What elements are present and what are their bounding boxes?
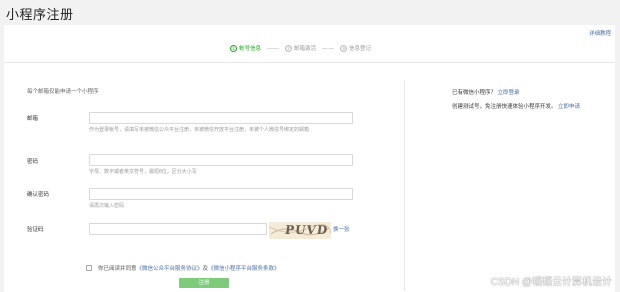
registration-card: 详细教程 ① 帐号信息 ② 邮箱激活 ③ 信息登记 每个邮箱仅能申请一个小程序 …	[4, 25, 615, 292]
email-hint: 作为登录帐号，请填写未被微信公众平台注册，未被微信开放平台注册，未被个人微信号绑…	[89, 127, 310, 133]
test-account-description: 创建测试号，免注册快速体验小程序开发。 立即申请	[452, 103, 582, 111]
column-divider	[404, 80, 405, 290]
existing-account-question: 已有微信小程序？	[452, 90, 497, 96]
captcha-field[interactable]	[89, 223, 267, 235]
step-info-registration: ③ 信息登记	[340, 44, 371, 52]
header-divider	[4, 62, 615, 63]
email-field[interactable]	[89, 112, 353, 124]
step-indicator: ① 帐号信息 ② 邮箱激活 ③ 信息登记	[230, 43, 371, 53]
captcha-label: 验证码	[27, 227, 44, 233]
register-button[interactable]: 注册	[179, 278, 229, 288]
password-field[interactable]	[89, 154, 353, 166]
agreement-checkbox[interactable]	[86, 265, 92, 271]
step-label: 信息登记	[349, 46, 372, 52]
captcha-image[interactable]: PUVD	[269, 222, 331, 239]
step-number: ②	[285, 44, 293, 52]
captcha-refresh-link[interactable]: 换一张	[333, 225, 350, 233]
password-label: 密码	[27, 159, 39, 165]
step-number: ③	[340, 44, 348, 52]
step-connector	[267, 47, 280, 49]
help-link[interactable]: 详细教程	[589, 29, 611, 37]
email-label: 邮箱	[27, 116, 39, 122]
step-account-info: ① 帐号信息	[230, 44, 261, 52]
step-label: 邮箱激活	[294, 46, 317, 52]
platform-terms-link[interactable]: 《微信小程序平台服务条款》	[208, 264, 280, 272]
step-email-activation: ② 邮箱激活	[285, 44, 316, 52]
service-agreement-link[interactable]: 《微信公众平台服务协议》	[137, 264, 203, 272]
agreement-row: 你已阅读并同意 《微信公众平台服务协议》 及 《微信小程序平台服务条款》	[86, 264, 280, 272]
test-account-text: 创建测试号，免注册快速体验小程序开发。	[452, 104, 557, 110]
step-number: ①	[230, 44, 237, 52]
page-title: 小程序注册	[6, 7, 74, 22]
agreement-prefix: 你已阅读并同意	[98, 266, 137, 272]
watermark: CSDN @韬韬云计算机设计	[490, 277, 612, 288]
confirm-password-field[interactable]	[89, 188, 353, 200]
login-link[interactable]: 立即登录	[498, 90, 520, 96]
captcha-text: PUVD	[284, 223, 330, 237]
apply-link[interactable]: 立即申请	[558, 104, 580, 110]
existing-account-prompt: 已有微信小程序？ 立即登录	[452, 88, 520, 96]
confirm-password-hint: 请再次输入密码	[89, 203, 125, 209]
password-hint: 字母、数字或者英文符号，最短8位，区分大小写	[89, 169, 197, 175]
confirm-password-label: 确认密码	[27, 192, 50, 198]
form-intro: 每个邮箱仅能申请一个小程序	[27, 89, 99, 95]
step-connector	[322, 47, 335, 49]
step-label: 帐号信息	[239, 46, 262, 52]
